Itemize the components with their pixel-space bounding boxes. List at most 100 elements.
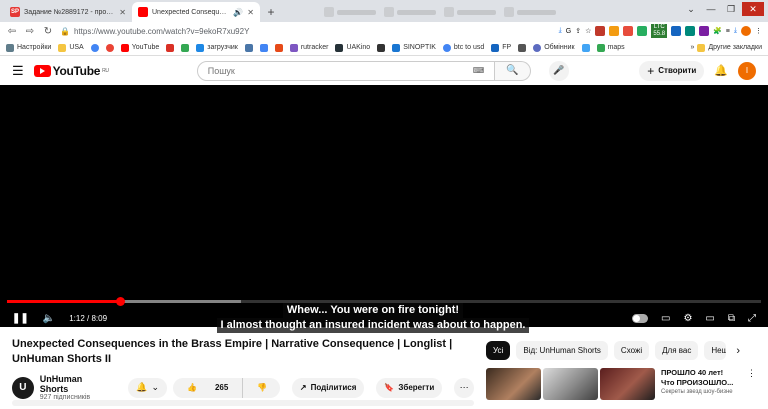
bookmark-google[interactable] xyxy=(90,43,99,52)
bookmark-maps[interactable]: maps xyxy=(596,43,625,52)
subscription-bell-button[interactable]: 🔔 ⌄ xyxy=(128,377,168,398)
description-box[interactable] xyxy=(12,400,474,406)
folder-icon xyxy=(697,43,706,52)
download-icon[interactable]: ⤓ xyxy=(734,27,737,35)
ltc-badge[interactable]: LTC 55.8 xyxy=(651,24,668,38)
maximize-icon[interactable]: ❐ xyxy=(722,2,740,16)
bookmark-uakino[interactable]: UAKino xyxy=(335,43,371,52)
profile-icon[interactable] xyxy=(741,26,751,36)
rec-more-icon[interactable]: ⋮ xyxy=(747,368,756,400)
chip-recent[interactable]: Нещ xyxy=(704,341,727,360)
chip-related[interactable]: Схожі xyxy=(613,341,650,360)
autoplay-toggle[interactable] xyxy=(631,313,648,323)
search-button[interactable]: 🔍 xyxy=(494,60,531,81)
chip-for-you[interactable]: Для вас xyxy=(655,341,699,360)
fullscreen-icon[interactable]: ⤢ xyxy=(748,313,756,324)
create-button[interactable]: + Створити xyxy=(639,60,705,81)
bookmark-f[interactable] xyxy=(274,43,283,52)
account-avatar[interactable]: І xyxy=(738,61,756,80)
bookmark-usa[interactable]: USA xyxy=(58,43,84,52)
cast-icon[interactable]: ⧉ xyxy=(728,313,735,324)
channel-name[interactable]: UnHuman Shorts xyxy=(40,374,113,394)
bookmark-star[interactable] xyxy=(581,43,590,52)
extension-icon[interactable] xyxy=(699,26,710,36)
voice-search-button[interactable]: 🎤 xyxy=(548,60,569,81)
video-player[interactable]: Whew... You were on fire tonight! I almo… xyxy=(0,85,768,333)
bookmark-btc[interactable]: btc to usd xyxy=(442,43,485,52)
forward-icon[interactable]: ⇨ xyxy=(24,26,36,37)
bookmark-translate[interactable] xyxy=(259,43,268,52)
translate-icon xyxy=(259,43,268,52)
hamburger-menu-icon[interactable]: ☰ xyxy=(12,63,24,79)
speaker-icon[interactable]: 🔊 xyxy=(233,8,243,17)
bookmark-vk[interactable] xyxy=(244,43,253,52)
bookmark-settings[interactable]: Настройки xyxy=(6,43,51,52)
dislike-button[interactable]: 👎 xyxy=(242,377,280,398)
kebab-menu-icon[interactable]: ⋮ xyxy=(755,27,762,35)
search-box: ⌨ 🔍 xyxy=(196,60,531,81)
captions-icon[interactable]: ▭ xyxy=(661,313,670,324)
browser-tab-youtube[interactable]: Unexpected Consequences in 🔊 ✕ xyxy=(132,2,260,22)
reload-icon[interactable]: ↻ xyxy=(42,26,54,37)
extension-icon[interactable] xyxy=(609,26,620,36)
minimize-icon[interactable]: — xyxy=(702,2,720,16)
bookmark-exchange[interactable]: Обмінник xyxy=(533,43,575,52)
extension-icon[interactable] xyxy=(671,26,682,36)
url-field[interactable]: 🔒 https://www.youtube.com/watch?v=9ekoR7… xyxy=(60,27,360,36)
tab-search-icon[interactable]: ⌄ xyxy=(682,2,700,16)
pause-icon[interactable]: ❚❚ xyxy=(12,313,29,324)
chip-all[interactable]: Усі xyxy=(486,341,511,360)
chip-from-channel[interactable]: Від: UnHuman Shorts xyxy=(516,341,608,360)
bookmark-label: YouTube xyxy=(131,44,160,51)
google-icon xyxy=(105,43,114,52)
more-actions-icon[interactable]: ⋯ xyxy=(454,377,474,398)
bookmark-sinoptik[interactable]: SINOPTIK xyxy=(392,43,436,52)
extension-icon[interactable] xyxy=(595,26,606,36)
notifications-bell-icon[interactable]: 🔔 xyxy=(714,64,728,77)
extension-icon[interactable] xyxy=(637,26,648,36)
share-icon[interactable]: ⇪ xyxy=(575,27,581,35)
keyboard-icon[interactable]: ⌨ xyxy=(473,66,485,75)
scrubber-handle[interactable] xyxy=(116,297,126,306)
new-tab-button[interactable]: + xyxy=(262,3,280,21)
bookmark-drive[interactable] xyxy=(181,43,190,52)
bookmark-other[interactable]: » Другие закладки xyxy=(690,43,762,52)
bookmark-bc[interactable] xyxy=(518,43,527,52)
bookmark-g-red[interactable] xyxy=(105,43,114,52)
save-button[interactable]: 🔖 Зберегти xyxy=(376,377,443,398)
like-button[interactable]: 👍 265 xyxy=(173,378,242,398)
extension-icon[interactable] xyxy=(685,26,696,36)
browser-tab-task[interactable]: SP Задание №2889172 - просмотр з ✕ xyxy=(4,2,132,22)
window-controls: ⌄ — ❐ ✕ xyxy=(682,2,764,16)
star-icon[interactable]: ☆ xyxy=(585,27,591,35)
channel-avatar[interactable]: U xyxy=(12,376,34,399)
youtube-logo[interactable]: YouTube RU xyxy=(33,64,109,78)
recommended-video[interactable]: ПРОШЛО 40 лет! Что ПРОИЗОШЛО... Секреты … xyxy=(486,368,756,400)
close-window-icon[interactable]: ✕ xyxy=(742,2,764,16)
settings-gear-icon[interactable]: ⚙ xyxy=(683,313,692,324)
bookmark-label: btc to usd xyxy=(453,44,485,51)
google-icon[interactable]: G xyxy=(566,28,571,35)
puzzle-icon[interactable]: 🧩 xyxy=(713,27,722,35)
bookmark-label: UAKino xyxy=(346,44,371,51)
menu-lines-icon[interactable]: ≡ xyxy=(726,28,730,35)
volume-icon[interactable]: 🔈 xyxy=(43,313,55,324)
share-button[interactable]: ↗ Поділитися xyxy=(291,377,365,398)
bookmark-youtube[interactable]: YouTube xyxy=(120,43,160,52)
close-tab-icon[interactable]: ✕ xyxy=(247,8,254,17)
chevron-right-icon[interactable]: › xyxy=(736,345,740,357)
channel-row: U UnHuman Shorts 927 підписників 🔔 ⌄ 👍 265… xyxy=(12,374,474,401)
bookmark-gmail[interactable] xyxy=(166,43,175,52)
progress-bar[interactable] xyxy=(7,297,761,306)
google-icon xyxy=(90,43,99,52)
bookmark-fp[interactable]: FP xyxy=(491,43,511,52)
extension-icon[interactable] xyxy=(623,26,634,36)
download-icon[interactable]: ⤓ xyxy=(559,27,562,35)
theater-mode-icon[interactable]: ▭ xyxy=(705,313,714,324)
bookmark-rutracker[interactable]: rutracker xyxy=(289,43,328,52)
bookmark-dollar[interactable] xyxy=(377,43,386,52)
search-input[interactable] xyxy=(196,60,495,81)
back-icon[interactable]: ⇦ xyxy=(6,26,18,37)
bookmark-loader[interactable]: загрузчик xyxy=(196,43,238,52)
close-tab-icon[interactable]: ✕ xyxy=(119,8,126,17)
